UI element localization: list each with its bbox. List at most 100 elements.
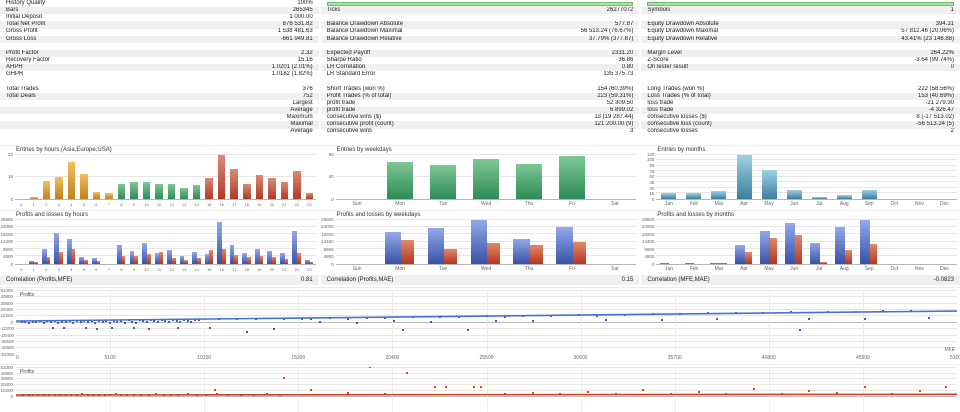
losses-bar [820, 262, 828, 264]
stat-label: Symbols [647, 7, 670, 14]
x-tick-label: 30600 [574, 354, 588, 362]
y-tick-label: -30600 [0, 339, 13, 344]
entries-bar [812, 197, 827, 199]
plot-area [15, 155, 316, 200]
entries-bar [661, 193, 676, 199]
x-tick-label: Wed [465, 201, 508, 208]
stat-separator-row [641, 136, 960, 143]
entries-bar [205, 178, 213, 199]
x-tick-label: 19 [253, 201, 266, 208]
x-tick-label: 51000 [950, 354, 960, 362]
correlation-label: Correlation (MFE,MAE) [647, 275, 709, 285]
x-axis-labels: JanFebMarAprMayJunJulAugSepOctNovDec [656, 266, 957, 273]
y-tick-label: 30600 [0, 301, 13, 306]
y-tick-label: 0 [0, 394, 13, 399]
stat-label: Total Deals [6, 93, 36, 100]
correlation-label: Correlation (Profits,MFE) [6, 275, 72, 285]
stat-value: 135 375.73 [603, 71, 633, 78]
entries-bar [105, 193, 113, 199]
entries-bar [762, 170, 777, 199]
chart-title: Entries by weekdays [337, 147, 392, 153]
y-tick-label: 20400 [0, 382, 13, 387]
y-tick-label: 0 [321, 262, 334, 267]
x-tick-label: Nov [907, 266, 932, 273]
stat-value: 1.0182 (1.82%) [272, 71, 313, 78]
strategy-tester-report: History Quality100%Bars265345Initial Dep… [0, 0, 960, 412]
losses-bar [260, 256, 264, 264]
y-tick-label: 80 [321, 152, 334, 157]
y-tick-label: 10200 [0, 388, 13, 393]
x-tick-label: Sep [857, 201, 882, 208]
x-tick-label: 0 [15, 201, 28, 208]
x-tick-label: 17 [228, 201, 241, 208]
plot-area [656, 220, 957, 265]
profits-bar [685, 263, 695, 264]
stat-row: Bars265345 [0, 7, 319, 14]
stat-separator-row [0, 136, 319, 143]
gridline [15, 241, 316, 242]
x-tick-label: 11 [153, 201, 166, 208]
x-tick-label: 18 [241, 201, 254, 208]
y-tick-label: 24000 [641, 224, 654, 229]
x-tick-label: Aug [832, 266, 857, 273]
entries-bar [180, 188, 188, 199]
stat-row: Total Trades376 [0, 86, 319, 93]
y-tick-label: 28800 [641, 217, 654, 222]
y-tick-label: 14400 [0, 239, 13, 244]
losses-bar [34, 262, 38, 263]
x-tick-label: 10200 [197, 354, 211, 362]
y-tick-label: 40800 [0, 371, 13, 376]
y-tick-label: 32 [0, 152, 13, 157]
x-tick-label: Nov [907, 201, 932, 208]
losses-bar [234, 255, 238, 264]
stat-value: 3 [630, 128, 633, 135]
x-tick-label: Thu [507, 266, 550, 273]
stat-row: Balance Drawdown Maximal56 513.24 (76.67… [321, 29, 640, 36]
x-tick-label: 17 [228, 266, 241, 273]
profits-bar [556, 227, 572, 263]
entries-bar [387, 162, 413, 199]
entries-bar [93, 192, 101, 199]
profits-bar [428, 228, 444, 264]
stat-row: Total Deals752 [0, 93, 319, 100]
x-tick-label: 12 [165, 201, 178, 208]
y-tick-label: 4800 [0, 254, 13, 259]
stat-row: Margin Level264.22% [641, 50, 960, 57]
x-tick-label: 4 [65, 266, 78, 273]
y-tick-label: 30600 [0, 376, 13, 381]
stats-column-right: Symbols1Equity Drawdown Absolute394.31Eq… [641, 0, 960, 143]
gridline [15, 248, 316, 249]
entries-charts-band: Entries by hours (Asia,Europe,USA) 01632… [0, 145, 960, 208]
y-tick-label: 28800 [0, 217, 13, 222]
y-tick-label: 19200 [641, 232, 654, 237]
losses-bar [401, 240, 414, 264]
stat-row: Ticks26277072 [321, 7, 640, 14]
stat-value: 1 [951, 7, 954, 14]
entries-bar [143, 182, 151, 199]
stat-row: Long Trades (won %)222 (58.56%) [641, 86, 960, 93]
x-tick-label: 13 [178, 266, 191, 273]
plot-area [656, 155, 957, 200]
x-tick-label: Aug [832, 201, 857, 208]
y-tick-label: 0 [0, 320, 13, 325]
scatter-profits-vs-mfe: Profits 51000408003060020400102000-10200… [0, 287, 960, 362]
y-tick-label: 120 [641, 152, 654, 157]
stat-row: consecutive losses2 [641, 129, 960, 136]
entries-bar [293, 171, 301, 199]
scatter-profits-vs-mae: Profits 51000408003060020400102000 [0, 364, 960, 412]
x-tick-label: Mar [706, 201, 731, 208]
x-tick-label: May [757, 201, 782, 208]
entries-bar [256, 175, 264, 198]
stat-row: Symbols 1 [641, 7, 960, 14]
series-label: Profits [20, 369, 34, 375]
stat-value: 2 [951, 128, 954, 135]
x-tick-label: 14 [190, 266, 203, 273]
plot-area [336, 155, 637, 200]
correlation-value: -0.0823 [934, 275, 954, 285]
stat-row: Expected Payoff2331.20 [321, 50, 640, 57]
losses-bar [159, 252, 163, 264]
stat-row: Balance Drawdown Absolute577.87 [321, 21, 640, 28]
stat-label: consecutive wins [327, 128, 372, 135]
x-tick-label: 16 [215, 201, 228, 208]
entries-bar [80, 174, 88, 199]
